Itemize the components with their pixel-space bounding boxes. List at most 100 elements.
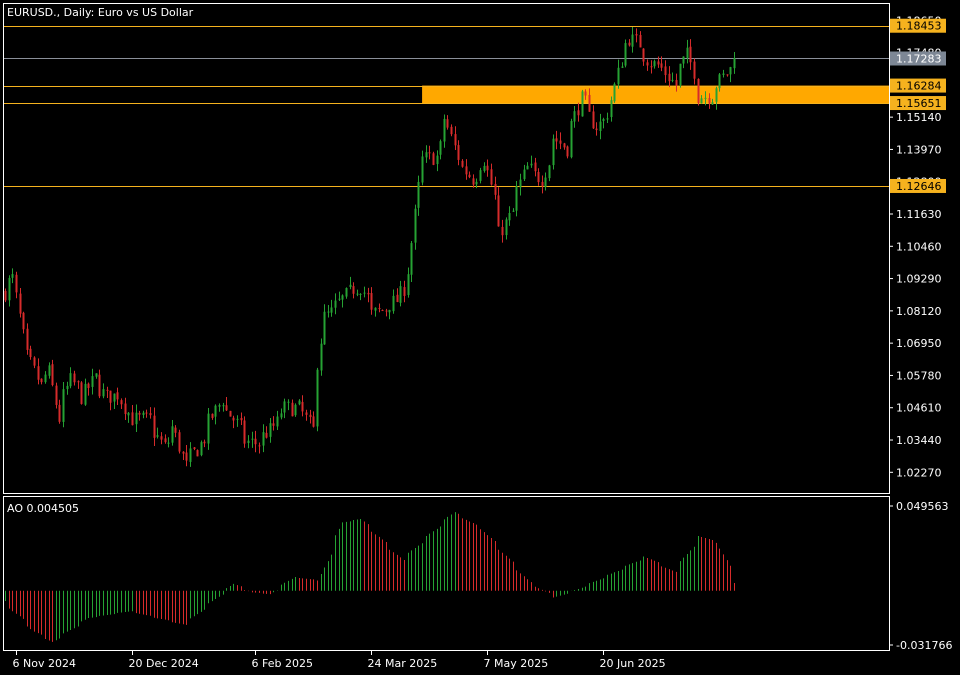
- candle-body: [338, 298, 341, 300]
- candle-body: [472, 178, 475, 185]
- price-tick-label: 1.10460: [896, 240, 942, 253]
- price-tick-label: 1.13970: [896, 143, 942, 156]
- candle-body: [37, 366, 40, 380]
- candle-body: [359, 293, 362, 295]
- candle-body: [519, 179, 522, 188]
- candle-body: [610, 100, 613, 118]
- candle-body: [254, 438, 257, 445]
- candle-body: [323, 311, 326, 345]
- candle-body: [116, 392, 119, 400]
- candle-body: [251, 438, 254, 440]
- candle-body: [15, 274, 18, 293]
- candle-body: [345, 288, 348, 297]
- supply-demand-zone[interactable]: [422, 85, 889, 104]
- candle-body: [272, 423, 275, 426]
- candle-body: [682, 56, 685, 64]
- candle-body: [84, 383, 87, 405]
- candle-body: [113, 393, 116, 402]
- candle-body: [247, 440, 250, 444]
- candle-body: [327, 311, 330, 313]
- candle-body: [171, 426, 174, 443]
- candle-body: [236, 418, 239, 420]
- time-tick-label: 6 Feb 2025: [252, 657, 313, 670]
- candle-body: [29, 348, 32, 358]
- candle-body: [718, 74, 721, 89]
- candle-body: [617, 67, 620, 85]
- candle-body: [642, 48, 645, 62]
- candle-body: [189, 448, 192, 462]
- time-tick-label: 6 Nov 2024: [13, 657, 76, 670]
- candle-body: [559, 140, 562, 144]
- price-tick-label: 1.02270: [896, 466, 942, 479]
- candle-body: [58, 404, 61, 422]
- candle-body: [135, 412, 138, 425]
- candle-body: [102, 389, 105, 397]
- candle-body: [457, 145, 460, 160]
- time-axis: 6 Nov 2024 20 Dec 2024 6 Feb 2025 24 Mar 20…: [13, 651, 666, 670]
- candle-body: [356, 293, 359, 295]
- candle-body: [269, 423, 272, 437]
- candle-body: [127, 412, 130, 416]
- time-tick-label: 24 Mar 2025: [368, 657, 438, 670]
- candle-body: [436, 155, 439, 165]
- candle-body: [646, 62, 649, 66]
- candle-body: [367, 292, 370, 295]
- candle-body: [392, 295, 395, 312]
- candle-body: [468, 174, 471, 178]
- candle-body: [349, 284, 352, 288]
- candle-body: [196, 450, 199, 457]
- candle-body: [708, 98, 711, 104]
- candle-body: [465, 166, 468, 175]
- candle-body: [494, 183, 497, 195]
- candle-body: [584, 91, 587, 96]
- candle-body: [287, 401, 290, 403]
- zone-rectangle[interactable]: [422, 85, 889, 104]
- candle-body: [410, 243, 413, 275]
- indicator-label: AO 0.004505: [7, 502, 79, 515]
- level-price-label: 1.18453: [896, 20, 942, 33]
- price-tick-label: 1.08120: [896, 305, 942, 318]
- candle-body: [142, 412, 145, 415]
- candle-body: [570, 121, 573, 158]
- candle-body: [312, 416, 315, 427]
- candle-body: [33, 357, 36, 366]
- horizontal-levels[interactable]: [4, 26, 889, 187]
- candle-body: [657, 61, 660, 65]
- candle-body: [664, 66, 667, 76]
- indicator-frame: [3, 496, 890, 651]
- candle-body: [243, 420, 246, 444]
- candle-body: [711, 102, 714, 105]
- candle-body: [218, 405, 221, 407]
- candle-body: [486, 165, 489, 171]
- candle-body: [51, 364, 54, 386]
- indicator-max-label: 0.049563: [896, 500, 949, 513]
- time-tick-label: 7 May 2025: [484, 657, 549, 670]
- candle-body: [11, 274, 14, 278]
- candle-body: [621, 66, 624, 68]
- candle-body: [555, 138, 558, 142]
- candle-body: [421, 156, 424, 183]
- candle-body: [613, 83, 616, 102]
- candle-body: [69, 373, 72, 387]
- candle-body: [606, 118, 609, 120]
- candle-body: [417, 181, 420, 208]
- chart-window[interactable]: 1.186501.174801.163101.151401.139701.128…: [0, 0, 960, 675]
- time-tick-label: 20 Jun 2025: [600, 657, 666, 670]
- time-tick-label: 20 Dec 2024: [129, 657, 199, 670]
- candle-body: [534, 162, 537, 172]
- awesome-oscillator-histogram: [5, 512, 735, 642]
- candle-body: [48, 365, 51, 376]
- candle-body: [280, 413, 283, 418]
- candle-body: [689, 46, 692, 63]
- candle-body: [399, 286, 402, 303]
- candle-body: [446, 119, 449, 128]
- candle-body: [262, 432, 265, 446]
- candle-body: [19, 293, 22, 314]
- candle-body: [149, 413, 152, 416]
- price-axis[interactable]: 1.186501.174801.163101.151401.139701.128…: [889, 14, 946, 479]
- candle-body: [91, 376, 94, 387]
- candle-body: [26, 328, 29, 350]
- candle-body: [232, 417, 235, 421]
- candle-body: [62, 389, 65, 422]
- candle-body: [704, 97, 707, 99]
